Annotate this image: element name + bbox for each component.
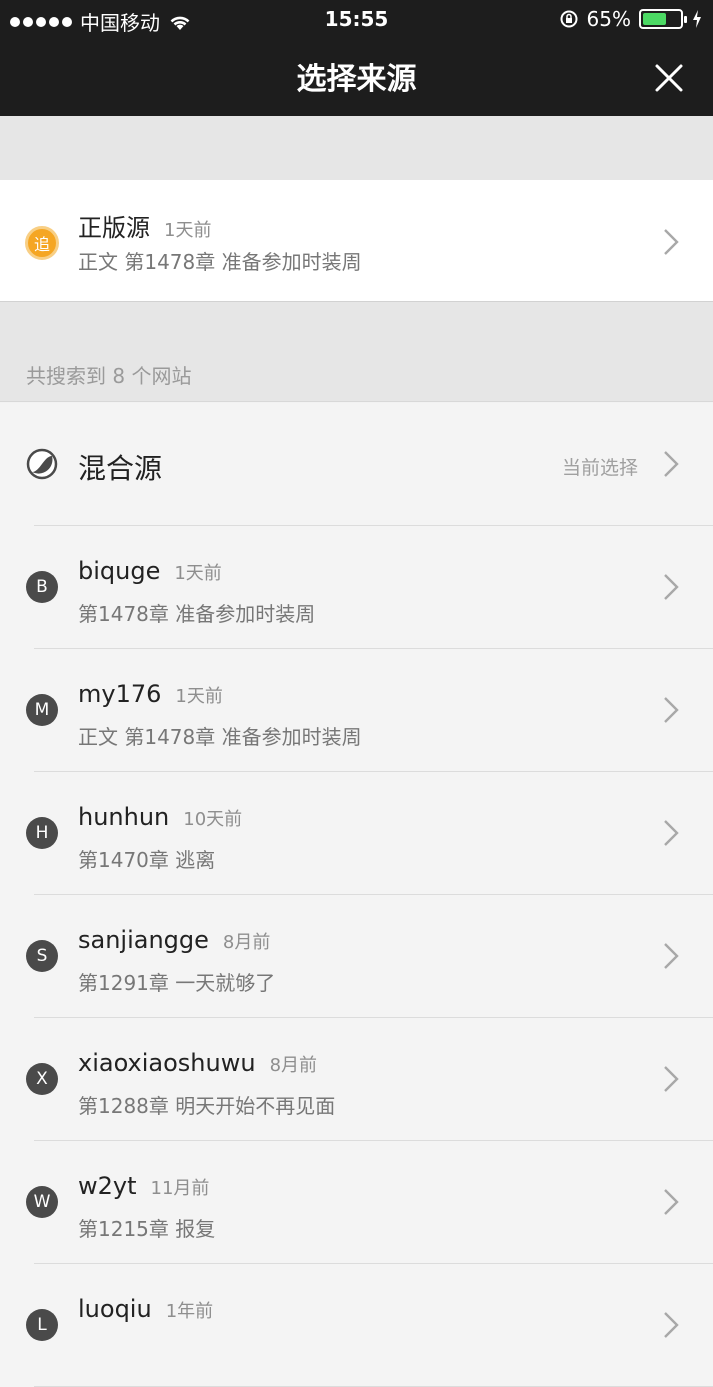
close-icon[interactable] <box>649 58 689 98</box>
official-source-chapter: 正文 第1478章 准备参加时装周 <box>78 250 362 274</box>
battery-fill <box>643 13 666 25</box>
chevron-right-icon <box>664 574 679 600</box>
source-name: hunhun <box>78 803 170 831</box>
battery-icon <box>639 9 687 29</box>
navigation-bar: 选择来源 <box>0 38 713 116</box>
source-chapter: 第1215章 报复 <box>78 1217 216 1241</box>
mixed-source-name: 混合源 <box>78 452 163 485</box>
source-name: w2yt <box>78 1172 137 1200</box>
source-list-item-my176[interactable]: M my176 1天前 正文 第1478章 准备参加时装周 <box>0 649 713 772</box>
source-title-line: biquge 1天前 <box>78 557 222 585</box>
source-chapter: 正文 第1478章 准备参加时装周 <box>78 725 362 749</box>
source-letter-avatar: B <box>26 571 58 603</box>
source-list-item-xiaoxiaoshuwu[interactable]: X xiaoxiaoshuwu 8月前 第1288章 明天开始不再见面 <box>0 1018 713 1141</box>
source-title-line: w2yt 11月前 <box>78 1172 209 1200</box>
source-name: luoqiu <box>78 1295 152 1323</box>
source-time: 1年前 <box>165 1301 214 1322</box>
chase-badge-icon: 追 <box>25 226 59 260</box>
chevron-right-icon <box>664 820 679 846</box>
chevron-right-icon <box>664 451 679 477</box>
source-letter-avatar: L <box>26 1309 58 1341</box>
source-list: 混合源 当前选择 B biquge 1天前 第1478章 准备参加时装周 M m… <box>0 403 713 1387</box>
page-title: 选择来源 <box>296 62 417 97</box>
chevron-right-icon <box>664 1189 679 1215</box>
battery-percent: 65% <box>586 7 631 31</box>
spacer <box>0 116 713 180</box>
source-chapter: 第1470章 逃离 <box>78 848 216 872</box>
source-time: 10天前 <box>183 809 243 830</box>
source-name: xiaoxiaoshuwu <box>78 1049 256 1077</box>
source-title-line: sanjiangge 8月前 <box>78 926 270 954</box>
source-list-item-luoqiu[interactable]: L luoqiu 1年前 <box>0 1264 713 1387</box>
source-list-item-biquge[interactable]: B biquge 1天前 第1478章 准备参加时装周 <box>0 526 713 649</box>
source-letter-avatar: W <box>26 1186 58 1218</box>
source-title-line: xiaoxiaoshuwu 8月前 <box>78 1049 317 1077</box>
charging-icon <box>693 10 701 28</box>
source-time: 1天前 <box>174 563 222 584</box>
source-chapter: 第1291章 一天就够了 <box>78 971 276 995</box>
chevron-right-icon <box>664 1066 679 1092</box>
source-list-item-hunhun[interactable]: H hunhun 10天前 第1470章 逃离 <box>0 772 713 895</box>
status-bar: 中国移动 15:55 65% <box>0 0 713 38</box>
source-chapter: 第1288章 明天开始不再见面 <box>78 1094 336 1118</box>
source-list-item-w2yt[interactable]: W w2yt 11月前 第1215章 报复 <box>0 1141 713 1264</box>
chevron-right-icon <box>664 1312 679 1338</box>
chevron-right-icon <box>664 697 679 723</box>
count-header: 共搜索到 8 个网站 <box>0 302 713 402</box>
source-time: 8月前 <box>222 932 271 953</box>
official-title-line: 正版源 1天前 <box>78 208 211 243</box>
official-source-row[interactable]: 追 正版源 1天前 正文 第1478章 准备参加时装周 <box>0 180 713 302</box>
source-time: 11月前 <box>150 1178 210 1199</box>
official-source-time: 1天前 <box>164 220 212 241</box>
source-letter-avatar: H <box>26 817 58 849</box>
source-letter-avatar: M <box>26 694 58 726</box>
source-letter-avatar: X <box>26 1063 58 1095</box>
mixed-source-icon <box>26 448 58 480</box>
source-title-line: hunhun 10天前 <box>78 803 242 831</box>
source-time: 1天前 <box>175 686 223 707</box>
source-title-line: luoqiu 1年前 <box>78 1295 213 1323</box>
chevron-right-icon <box>664 943 679 969</box>
source-letter-avatar: S <box>26 940 58 972</box>
source-name: sanjiangge <box>78 926 209 954</box>
rotation-lock-icon <box>560 10 578 28</box>
source-name: my176 <box>78 680 162 708</box>
source-name: biquge <box>78 557 161 585</box>
source-list-item-sanjiangge[interactable]: S sanjiangge 8月前 第1291章 一天就够了 <box>0 895 713 1018</box>
source-time: 8月前 <box>269 1055 318 1076</box>
source-chapter: 第1478章 准备参加时装周 <box>78 602 316 626</box>
status-right: 65% <box>559 7 703 31</box>
search-count-text: 共搜索到 8 个网站 <box>26 364 192 388</box>
chevron-right-icon <box>664 229 679 255</box>
source-title-line: my176 1天前 <box>78 680 223 708</box>
official-source-name: 正版源 <box>78 214 150 242</box>
top-bar: 中国移动 15:55 65% 选择来源 <box>0 0 713 116</box>
current-selection-label: 当前选择 <box>561 457 638 479</box>
list-item-mixed-source[interactable]: 混合源 当前选择 <box>0 403 713 526</box>
